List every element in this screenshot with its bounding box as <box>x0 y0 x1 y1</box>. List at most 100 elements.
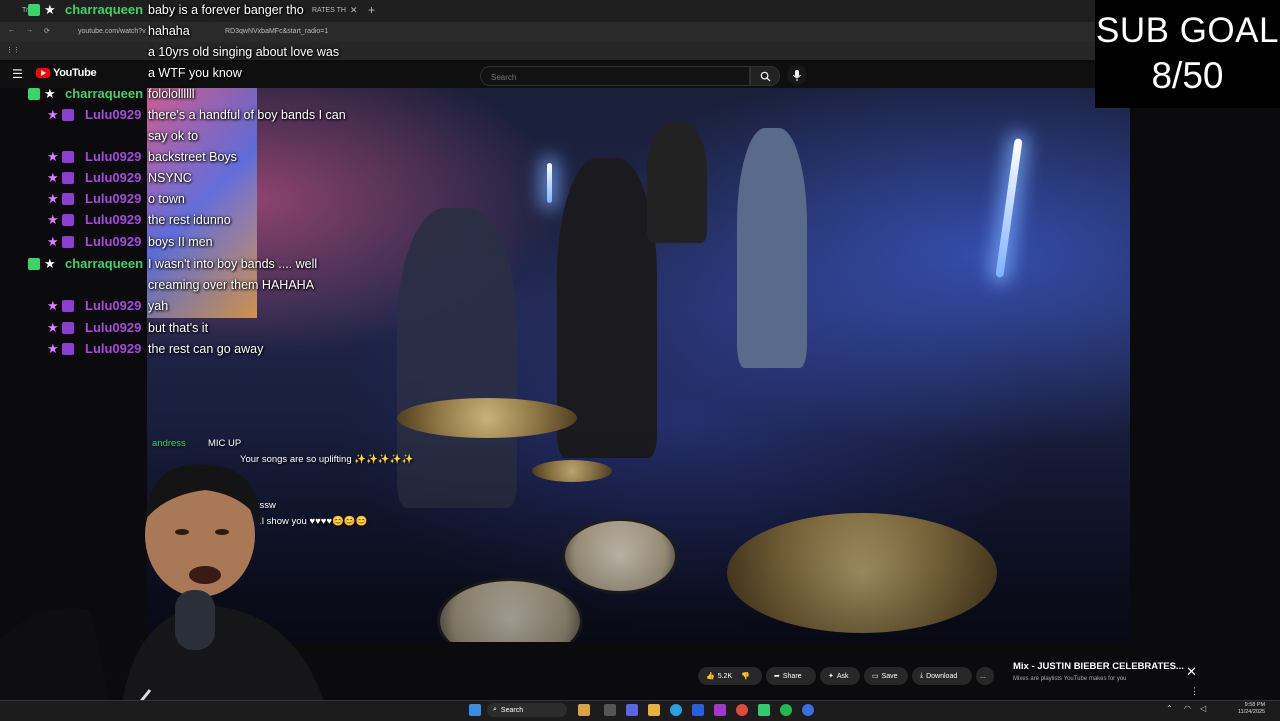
star-icon: ★ <box>44 256 56 271</box>
close-icon[interactable]: ✕ <box>1186 664 1197 680</box>
app-icon[interactable] <box>802 704 814 716</box>
mix-subtitle: Mixes are playlists YouTube makes for yo… <box>1013 676 1127 682</box>
star-icon: ★ <box>47 107 59 122</box>
chat-message: the rest can go away <box>148 342 264 356</box>
thumbs-down-icon[interactable]: 👎 <box>741 672 750 680</box>
more-actions-button[interactable]: ... <box>976 667 994 685</box>
edge-icon[interactable] <box>670 704 682 716</box>
chat-message: backstreet Boys <box>148 150 237 164</box>
share-label: Share <box>782 672 802 680</box>
youtube-logo[interactable]: YouTube <box>36 67 97 79</box>
close-tab-icon[interactable]: ✕ <box>350 5 358 16</box>
reload-icon[interactable]: ⟳ <box>44 27 50 35</box>
app-icon[interactable] <box>692 704 704 716</box>
search-icon <box>760 71 771 82</box>
star-icon: ★ <box>47 298 59 313</box>
app-icon[interactable] <box>578 704 590 716</box>
chat-message: a 10yrs old singing about love was <box>148 45 340 59</box>
sub-badge <box>62 172 74 184</box>
mix-title[interactable]: Mix - JUSTIN BIEBER CELEBRATES... <box>1013 661 1184 672</box>
chat-username: Lulu0929 <box>85 341 142 356</box>
sparkle-icon: ✦ <box>828 673 834 680</box>
search-input[interactable] <box>489 72 743 83</box>
download-button[interactable]: ⤓ Download <box>912 667 972 685</box>
star-icon: ★ <box>44 2 56 17</box>
back-icon[interactable]: ← <box>8 27 15 34</box>
windows-taskbar <box>0 700 1280 721</box>
volume-icon[interactable]: ◁ <box>1200 704 1206 713</box>
sub-badge <box>62 343 74 355</box>
task-view-icon[interactable] <box>604 704 616 716</box>
chat-username: Lulu0929 <box>85 212 142 227</box>
sub-badge <box>62 109 74 121</box>
new-tab-button[interactable]: + <box>368 3 375 17</box>
sub-badge <box>62 236 74 248</box>
chat-message: say ok to <box>148 129 199 143</box>
taskbar-search[interactable]: ⌕ Search <box>487 703 567 717</box>
chat-message: o town <box>148 192 185 206</box>
like-button[interactable]: 👍 5.2K 👎 <box>698 667 762 685</box>
download-label: Download <box>926 672 958 680</box>
youtube-logo-text: YouTube <box>53 67 97 79</box>
app-icon[interactable] <box>626 704 638 716</box>
spotify-icon[interactable] <box>780 704 792 716</box>
chat-message: yah <box>148 299 169 313</box>
chat-username: Lulu0929 <box>85 234 142 249</box>
browser-tab-title-fragment: RATES TH <box>312 7 346 14</box>
taskbar-clock[interactable]: 9:58 PM 11/24/2025 <box>1238 702 1265 716</box>
chat-username: charraqueen <box>65 2 144 17</box>
apps-icon[interactable]: ⋮⋮ <box>6 46 20 54</box>
ask-label: Ask <box>836 672 849 680</box>
url-text[interactable]: youtube.com/watch?v <box>78 28 146 35</box>
mix-menu-icon[interactable]: ⋮ <box>1190 686 1199 697</box>
search-button[interactable] <box>750 66 780 86</box>
voice-search-button[interactable] <box>787 65 807 85</box>
like-count: 5.2K <box>717 672 733 680</box>
chat-username: Lulu0929 <box>85 170 142 185</box>
app-icon[interactable] <box>758 704 770 716</box>
share-icon: ➦ <box>774 673 780 680</box>
chat-message: baby is a forever banger tho <box>148 3 304 17</box>
clock-date: 11/24/2025 <box>1238 709 1266 715</box>
app-icon[interactable] <box>714 704 726 716</box>
url-text-tail: RD3qwNVxbaMFc&start_radio=1 <box>225 28 329 35</box>
save-button[interactable]: ▭ Save <box>864 667 908 685</box>
wifi-icon[interactable]: ◠ <box>1184 704 1191 713</box>
sub-badge <box>62 300 74 312</box>
chat-message: fololollllll <box>148 87 195 101</box>
sub-badge <box>62 214 74 226</box>
hamburger-menu-icon[interactable]: ☰ <box>12 67 23 81</box>
taskbar-search-label: Search <box>500 706 524 714</box>
search-icon: ⌕ <box>493 706 497 713</box>
ask-button[interactable]: ✦ Ask <box>820 667 860 685</box>
chat-message: creaming over them HAHAHA <box>148 278 315 292</box>
forward-icon[interactable]: → <box>26 27 33 34</box>
sub-badge <box>62 322 74 334</box>
star-icon: ★ <box>44 86 56 101</box>
youtube-play-icon <box>36 68 50 78</box>
star-icon: ★ <box>47 191 59 206</box>
star-icon: ★ <box>47 170 59 185</box>
star-icon: ★ <box>47 149 59 164</box>
sub-goal-count: 8/50 <box>1151 55 1224 96</box>
chat-message: the rest idunno <box>148 213 231 227</box>
chrome-icon[interactable] <box>736 704 748 716</box>
star-icon: ★ <box>47 341 59 356</box>
chat-message: there's a handful of boy bands I can <box>148 108 346 122</box>
sub-goal-widget: SUB GOAL 8/50 <box>1095 0 1280 108</box>
chat-message: but that's it <box>148 321 209 335</box>
tray-arrow-icon[interactable]: ⌃ <box>1166 704 1173 713</box>
file-explorer-icon[interactable] <box>648 704 660 716</box>
chat-message: boys II men <box>148 235 213 249</box>
clock-time: 9:58 PM <box>1244 702 1266 708</box>
share-button[interactable]: ➦ Share <box>766 667 816 685</box>
verified-badge <box>28 4 40 16</box>
star-icon: ★ <box>47 320 59 335</box>
chat-username: Lulu0929 <box>85 298 142 313</box>
search-box <box>480 66 750 86</box>
download-icon: ⤓ <box>920 672 924 679</box>
chat-username: Lulu0929 <box>85 149 142 164</box>
chat-message: NSYNC <box>148 171 192 185</box>
windows-start-icon[interactable] <box>469 704 481 716</box>
star-icon: ★ <box>47 234 59 249</box>
